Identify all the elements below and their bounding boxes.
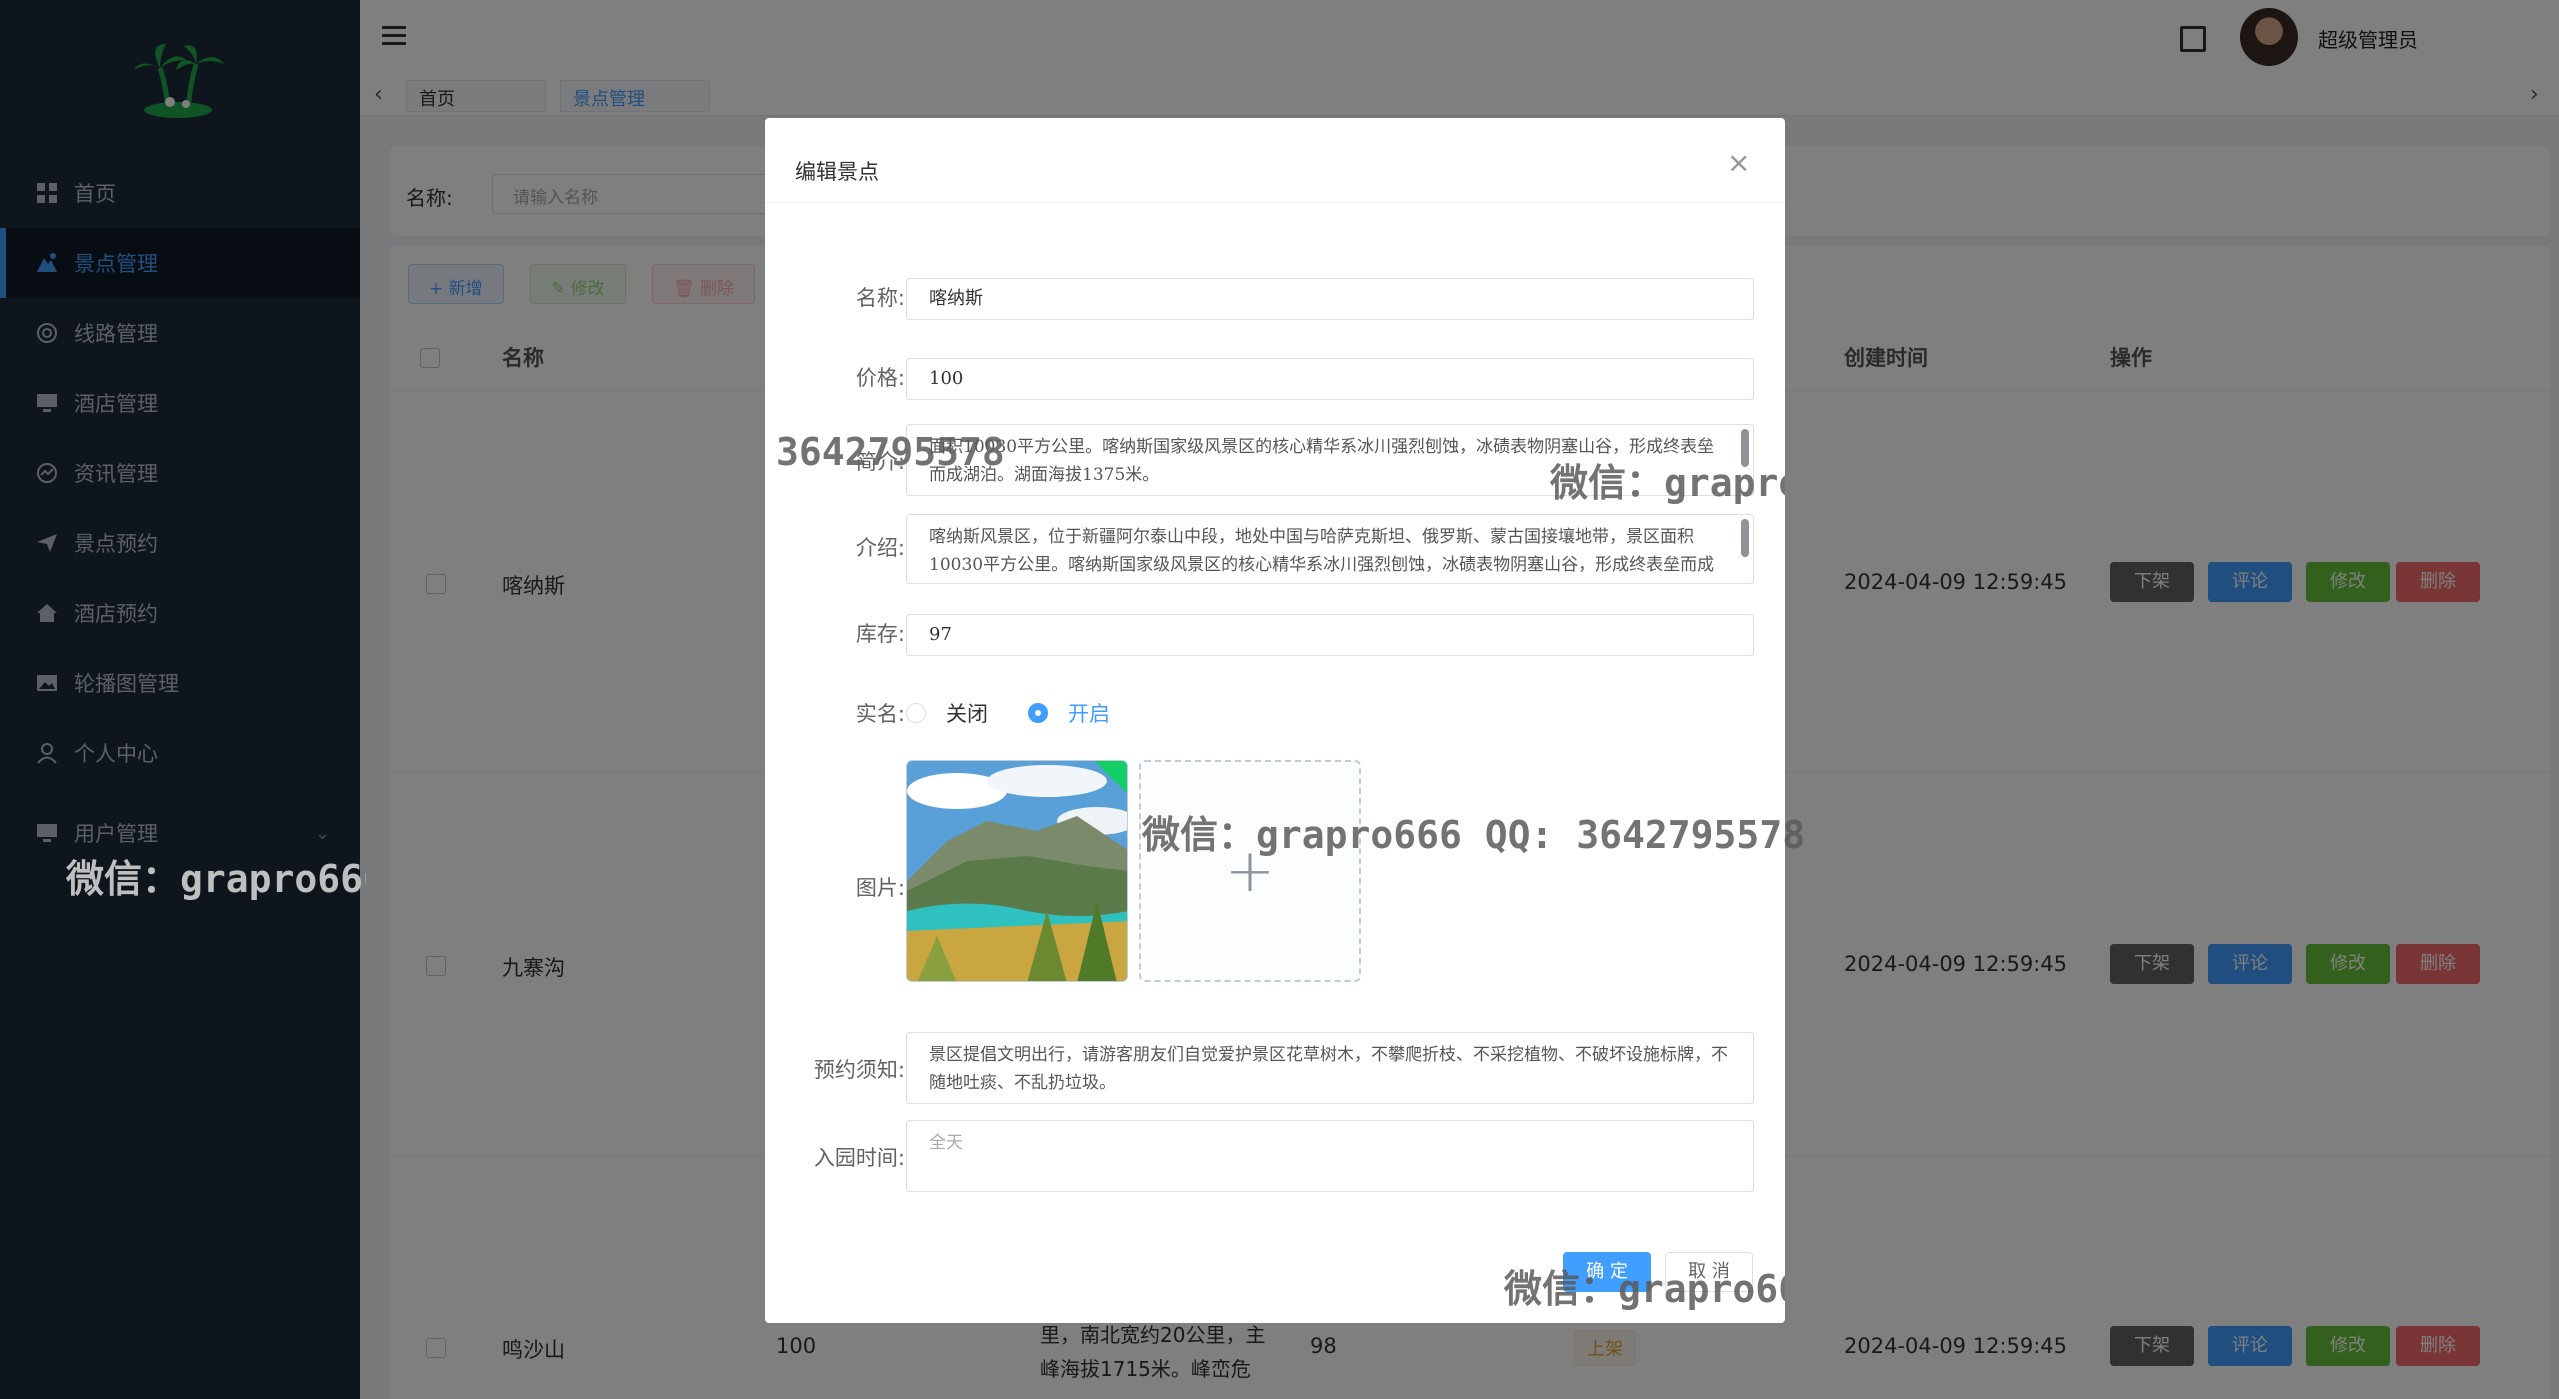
dialog-divider [765, 202, 1785, 203]
name-label: 名称: [855, 286, 905, 310]
entry-time-label: 入园时间: [813, 1146, 905, 1170]
stock-label: 库存: [855, 622, 905, 646]
watermark: 微信：grapro666 QQ: 3642795578 [66, 857, 366, 901]
notice-label: 预约须知: [813, 1058, 905, 1082]
watermark: 3642795578 [776, 430, 1005, 474]
scrollbar[interactable] [1741, 519, 1749, 557]
dialog-title: 编辑景点 [795, 160, 879, 184]
realname-on-radio[interactable]: 开启 [1028, 698, 1110, 728]
landscape-photo [907, 761, 1127, 981]
name-field[interactable]: 喀纳斯 [906, 278, 1754, 320]
watermark: 微信：grapro666 QQ: 3642795578 [1142, 813, 1806, 857]
watermark: 微信：grapro666 [1550, 461, 1785, 505]
uploaded-image[interactable] [906, 760, 1128, 982]
realname-off-radio[interactable]: 关闭 [906, 698, 988, 728]
stock-field[interactable]: 97 [906, 614, 1754, 656]
image-label: 图片: [855, 876, 905, 900]
price-label: 价格: [855, 366, 905, 390]
intro-text: 喀纳斯风景区，位于新疆阿尔泰山中段，地处中国与哈萨克斯坦、俄罗斯、蒙古国接壤地带… [929, 527, 1715, 575]
edit-scenic-dialog: 编辑景点 × 名称: 喀纳斯 价格: 100 简介: 面积10030平方公里。喀… [765, 118, 1785, 1323]
notice-textarea[interactable]: 景区提倡文明出行，请游客朋友们自觉爱护景区花草树木，不攀爬折枝、不采挖植物、不破… [906, 1032, 1754, 1104]
radio-label: 关闭 [946, 702, 988, 726]
intro-textarea[interactable]: 喀纳斯风景区，位于新疆阿尔泰山中段，地处中国与哈萨克斯坦、俄罗斯、蒙古国接壤地带… [906, 514, 1754, 584]
plus-icon: + [1224, 836, 1276, 906]
watermark: 微信：grapro666 [1504, 1267, 1785, 1311]
radio-circle [1028, 703, 1048, 723]
image-upload-button[interactable]: + [1139, 760, 1361, 982]
intro-label: 介绍: [855, 536, 905, 560]
radio-label: 开启 [1068, 702, 1110, 726]
realname-label: 实名: [855, 702, 905, 726]
entry-time-textarea[interactable]: 全天 [906, 1120, 1754, 1192]
radio-circle [906, 703, 926, 723]
close-icon[interactable]: × [1727, 146, 1750, 179]
price-field[interactable]: 100 [906, 358, 1754, 400]
